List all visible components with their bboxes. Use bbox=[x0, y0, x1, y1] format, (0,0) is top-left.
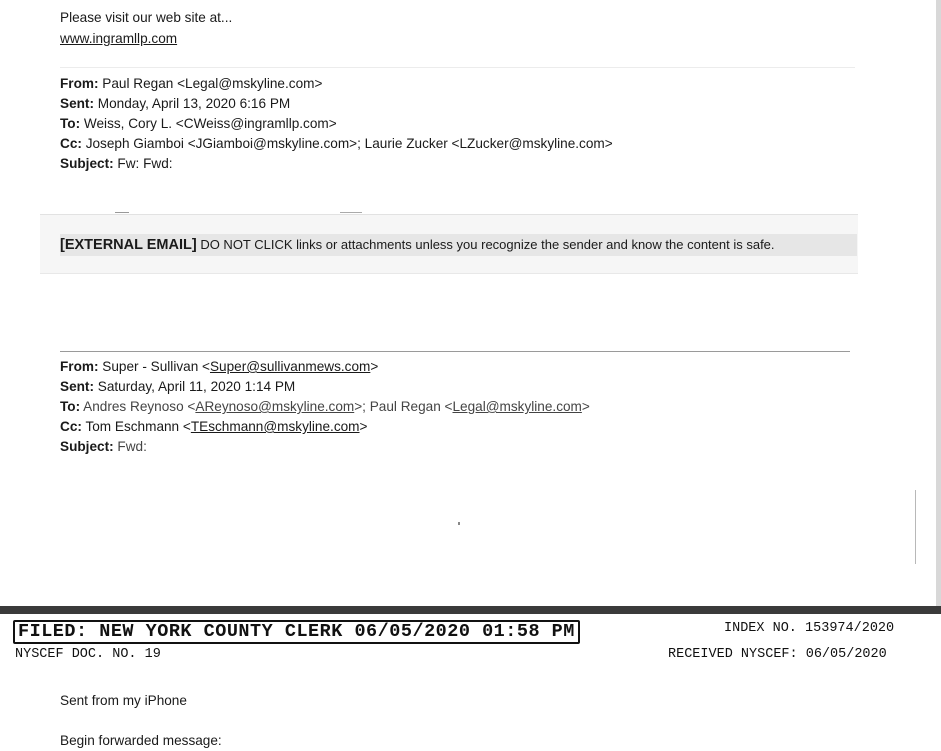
subject-value: Fw: Fwd: bbox=[117, 156, 173, 171]
page-edge-shadow bbox=[936, 0, 941, 606]
document-page-top: Please visit our web site at... www.ingr… bbox=[0, 0, 941, 608]
scan-mark bbox=[340, 212, 362, 213]
website-intro: Please visit our web site at... bbox=[60, 10, 233, 25]
email1-sent: Sent: Monday, April 13, 2020 6:16 PM bbox=[60, 94, 290, 114]
sent-label: Sent: bbox=[60, 379, 94, 394]
email2-sent: Sent: Saturday, April 11, 2020 1:14 PM bbox=[60, 377, 295, 397]
from-email-link[interactable]: Super@sullivanmews.com bbox=[210, 359, 370, 374]
email1-to: To: Weiss, Cory L. <CWeiss@ingramllp.com… bbox=[60, 114, 337, 134]
email2-cc: Cc: Tom Eschmann <TEschmann@mskyline.com… bbox=[60, 417, 367, 437]
separator-line bbox=[60, 351, 850, 352]
cc-label: Cc: bbox=[60, 136, 82, 151]
email1-subject: Subject: Fw: Fwd: bbox=[60, 154, 173, 174]
sent-value: Monday, April 13, 2020 6:16 PM bbox=[97, 96, 291, 111]
cc-label: Cc: bbox=[60, 419, 82, 434]
from-label: From: bbox=[60, 359, 99, 374]
sent-from-iphone: Sent from my iPhone bbox=[60, 693, 187, 708]
website-link[interactable]: www.ingramllp.com bbox=[60, 29, 177, 49]
scan-edge-line bbox=[915, 490, 916, 564]
email2-subject: Subject: Fwd: bbox=[60, 437, 147, 457]
email2-to: To: Andres Reynoso <AReynoso@mskyline.co… bbox=[60, 397, 590, 417]
sent-value: Saturday, April 11, 2020 1:14 PM bbox=[97, 379, 296, 394]
to-label: To: bbox=[60, 399, 81, 414]
from-value: Paul Regan <Legal@mskyline.com> bbox=[102, 76, 323, 91]
to-value: Weiss, Cory L. <CWeiss@ingramllp.com> bbox=[83, 116, 337, 131]
banner-text: [EXTERNAL EMAIL] DO NOT CLICK links or a… bbox=[60, 235, 775, 255]
begin-forwarded-message: Begin forwarded message: bbox=[60, 733, 222, 748]
cc-value: Joseph Giamboi <JGiamboi@mskyline.com>; … bbox=[85, 136, 613, 151]
scan-mark bbox=[115, 212, 129, 213]
doc-number: NYSCEF DOC. NO. 19 bbox=[15, 647, 161, 662]
scan-speck bbox=[458, 522, 460, 525]
filed-stamp: FILED: NEW YORK COUNTY CLERK 06/05/2020 … bbox=[13, 620, 580, 644]
to-mid: >; Paul Regan < bbox=[354, 399, 453, 414]
email1-cc: Cc: Joseph Giamboi <JGiamboi@mskyline.co… bbox=[60, 134, 613, 154]
to-email-link[interactable]: Legal@mskyline.com bbox=[452, 399, 581, 414]
subject-label: Subject: bbox=[60, 439, 114, 454]
cc-email-link[interactable]: TEschmann@mskyline.com bbox=[191, 419, 360, 434]
subject-value: Fwd: bbox=[117, 439, 147, 454]
index-number: INDEX NO. 153974/2020 bbox=[724, 621, 895, 636]
external-email-tag: [EXTERNAL EMAIL] bbox=[60, 237, 197, 253]
email2-from: From: Super - Sullivan <Super@sullivanme… bbox=[60, 357, 378, 377]
to-email-link[interactable]: AReynoso@mskyline.com bbox=[195, 399, 354, 414]
email1-from: From: Paul Regan <Legal@mskyline.com> bbox=[60, 74, 322, 94]
cc-close: > bbox=[359, 419, 368, 434]
banner-message: DO NOT CLICK links or attachments unless… bbox=[200, 237, 775, 252]
from-label: From: bbox=[60, 76, 99, 91]
to-name: Andres Reynoso < bbox=[83, 399, 196, 414]
separator-line bbox=[60, 67, 855, 68]
from-name: Super - Sullivan < bbox=[102, 359, 210, 374]
cc-name: Tom Eschmann < bbox=[85, 419, 191, 434]
subject-label: Subject: bbox=[60, 156, 114, 171]
from-close: > bbox=[370, 359, 379, 374]
sent-label: Sent: bbox=[60, 96, 94, 111]
received-date: RECEIVED NYSCEF: 06/05/2020 bbox=[668, 647, 887, 662]
to-close: > bbox=[581, 399, 590, 414]
to-label: To: bbox=[60, 116, 81, 131]
